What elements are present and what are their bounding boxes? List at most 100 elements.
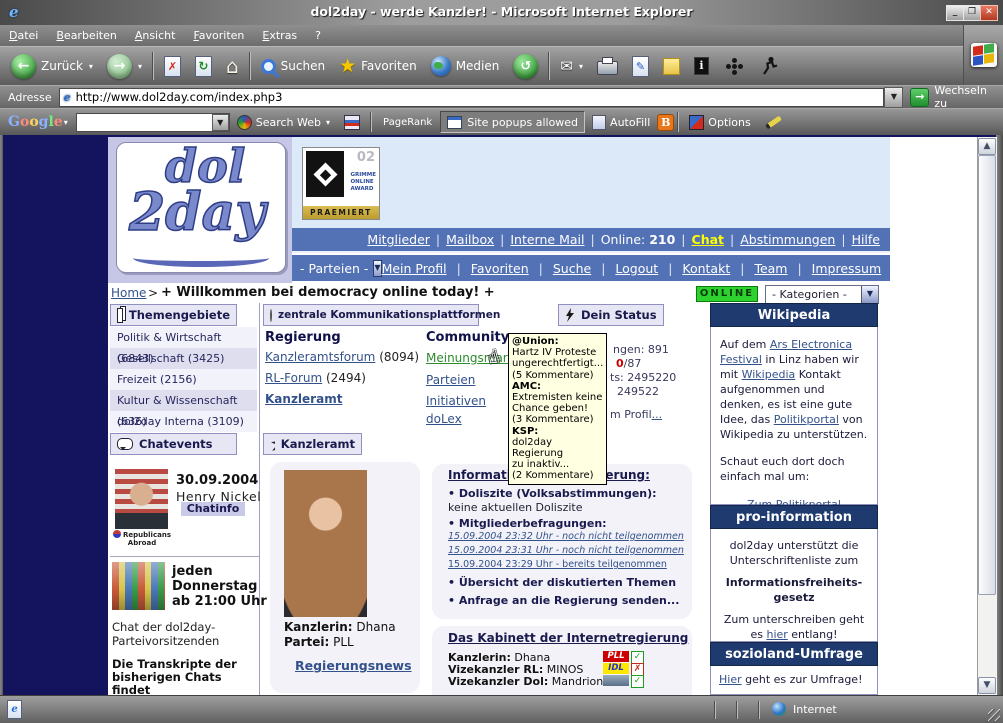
back-button[interactable]: ← Zurück ▾ [4, 48, 100, 84]
tab-chatevents[interactable]: Chatevents [110, 433, 237, 455]
themen-uebersicht-link[interactable]: • Übersicht der diskutierten Themen [448, 576, 676, 589]
topic-item[interactable]: Freizeit (2156) [110, 369, 257, 390]
google-logo-dropdown-icon[interactable]: ▾ [64, 118, 68, 127]
topic-item[interactable]: dol2day Interna (3109) [110, 411, 257, 432]
poll-link[interactable]: 15.09.2004 23:32 Uhr - noch nicht teilge… [448, 531, 684, 542]
highlighter-button[interactable] [758, 111, 789, 133]
poll-link[interactable]: 15.09.2004 23:29 Uhr - bereits teilgenom… [448, 559, 667, 570]
breadcrumb-home-link[interactable]: Home [111, 286, 146, 300]
notes-button[interactable] [656, 48, 687, 84]
kanzleramtsforum-link[interactable]: Kanzleramtsforum [265, 350, 375, 364]
search-web-button[interactable]: Search Web ▾ [230, 111, 337, 133]
stop-button[interactable]: ✗ [157, 48, 188, 84]
status-profile-link[interactable]: m Profil... [610, 408, 662, 421]
google-search-input[interactable]: ▼ [76, 113, 230, 132]
search-web-dropdown-icon[interactable]: ▾ [326, 118, 330, 127]
mail-button[interactable]: ✉▾ [553, 48, 590, 84]
parteien-dropdown-icon[interactable]: ▼ [373, 260, 381, 277]
chatinfo-badge[interactable]: Chatinfo [181, 502, 245, 516]
parteien-link[interactable]: Parteien [426, 373, 475, 387]
nav-chat[interactable]: Chat [692, 232, 724, 247]
google-news-button[interactable] [337, 111, 367, 133]
grimme-award-badge[interactable]: 02 GRIMMEONLINEAWARD PRAEMIERT [302, 147, 380, 220]
dolex-link[interactable]: doLex [426, 412, 462, 426]
scroll-down-button[interactable]: ▼ [978, 677, 996, 694]
tab-dein-status[interactable]: Dein Status [558, 304, 664, 326]
go-label[interactable]: Wechseln zu [934, 84, 1003, 110]
parteien-select[interactable]: - Parteien - [300, 261, 368, 276]
home-button[interactable]: ⌂ [219, 48, 246, 84]
nav-hilfe[interactable]: Hilfe [852, 232, 880, 247]
nav-abstimmungen[interactable]: Abstimmungen [740, 232, 835, 247]
nav-kontakt[interactable]: Kontakt [682, 261, 730, 276]
pll-party-badge[interactable]: PLL [603, 651, 629, 662]
topic-item[interactable]: Politik & Wirtschaft (6843) [110, 327, 257, 348]
google-logo[interactable]: Google [8, 114, 63, 130]
tab-kommunikationsplattformen[interactable]: zentrale Kommunikationsplattformen [263, 304, 479, 326]
topic-item[interactable]: Gesellschaft (3425) [110, 348, 257, 369]
initiativen-link[interactable]: Initiativen [426, 394, 486, 408]
politikportal-link[interactable]: Politikportal [774, 413, 839, 426]
scrollbar-thumb[interactable] [978, 155, 996, 595]
history-button[interactable]: ↺ [506, 48, 545, 84]
menu-hilfe[interactable]: ? [306, 26, 330, 45]
vertical-scrollbar[interactable]: ▲ ▼ [977, 137, 997, 695]
menu-extras[interactable]: Extras [253, 26, 306, 45]
maximize-button[interactable]: ❐ [963, 5, 981, 21]
messenger-button[interactable] [753, 48, 785, 84]
nav-mitglieder[interactable]: Mitglieder [367, 232, 430, 247]
menu-datei[interactable]: Datei [0, 26, 47, 45]
popup-blocker-button[interactable]: Site popups allowed [440, 111, 585, 133]
regierungsnews-link[interactable]: Regierungsnews [295, 658, 412, 673]
mandrion-party-badge[interactable] [603, 675, 629, 686]
meinungsmarkt-link[interactable]: Meinungsmarkt [426, 351, 519, 365]
blogger-button[interactable]: B [657, 114, 674, 131]
nav-impressum[interactable]: Impressum [812, 261, 881, 276]
close-button[interactable]: ✕ [980, 5, 998, 21]
back-dropdown-icon[interactable]: ▾ [89, 62, 93, 71]
kanzleramt-link[interactable]: Kanzleramt [265, 392, 342, 406]
nav-favoriten[interactable]: Favoriten [471, 261, 529, 276]
favorites-button[interactable]: ★ Favoriten [332, 48, 424, 84]
kategorien-select[interactable]: - Kategorien - ▼ [765, 285, 879, 304]
minimize-button[interactable]: _ [946, 5, 964, 21]
google-search-history-dropdown[interactable]: ▼ [212, 114, 229, 131]
icq-button[interactable] [716, 48, 753, 84]
unterschreiben-hier-link[interactable]: hier [766, 628, 787, 641]
idl-party-badge[interactable]: IDL [603, 663, 629, 674]
forward-button[interactable]: → ▾ [100, 48, 149, 84]
rl-forum-link[interactable]: RL-Forum [265, 371, 322, 385]
nav-mein-profil[interactable]: Mein Profil [382, 261, 447, 276]
edit-button[interactable]: ✎ [625, 48, 656, 84]
topic-item[interactable]: Kultur & Wissenschaft (636) [110, 390, 257, 411]
nav-logout[interactable]: Logout [615, 261, 658, 276]
menu-ansicht[interactable]: Ansicht [126, 26, 185, 45]
options-button[interactable]: Options [682, 111, 757, 133]
scroll-up-button[interactable]: ▲ [978, 138, 996, 155]
go-icon[interactable]: → [910, 88, 929, 107]
forward-dropdown-icon[interactable]: ▾ [138, 62, 142, 71]
media-button[interactable]: Medien [424, 48, 507, 84]
poll-link[interactable]: 15.09.2004 23:31 Uhr - noch nicht teilge… [448, 545, 684, 556]
nav-interne-mail[interactable]: Interne Mail [510, 232, 584, 247]
resize-grip[interactable] [988, 709, 1000, 721]
mail-dropdown-icon[interactable]: ▾ [579, 62, 583, 71]
address-input[interactable]: e http://www.dol2day.com/index.php3 [59, 88, 885, 107]
search-button[interactable]: Suchen [254, 48, 332, 84]
kabinett-title[interactable]: Das Kabinett der Internetregierung [448, 631, 688, 645]
nav-mailbox[interactable]: Mailbox [446, 232, 494, 247]
nav-team[interactable]: Team [754, 261, 787, 276]
menu-favoriten[interactable]: Favoriten [184, 26, 253, 45]
dol2day-logo[interactable]: dol 2day [116, 142, 286, 273]
kategorien-dropdown-icon[interactable]: ▼ [861, 286, 878, 303]
menu-bearbeiten[interactable]: Bearbeiten [47, 26, 125, 45]
refresh-button[interactable]: ↻ [188, 48, 219, 84]
print-button[interactable] [590, 48, 625, 84]
wikipedia-link[interactable]: Wikipedia [742, 368, 796, 381]
nav-suche[interactable]: Suche [553, 261, 591, 276]
umfrage-hier-link[interactable]: Hier [719, 673, 742, 686]
tab-kanzleramt[interactable]: Kanzleramt [263, 433, 362, 455]
tab-themengebiete[interactable]: Themengebiete [110, 304, 237, 326]
autofill-button[interactable]: AutoFill [585, 111, 657, 133]
info-button[interactable]: i [687, 48, 716, 84]
